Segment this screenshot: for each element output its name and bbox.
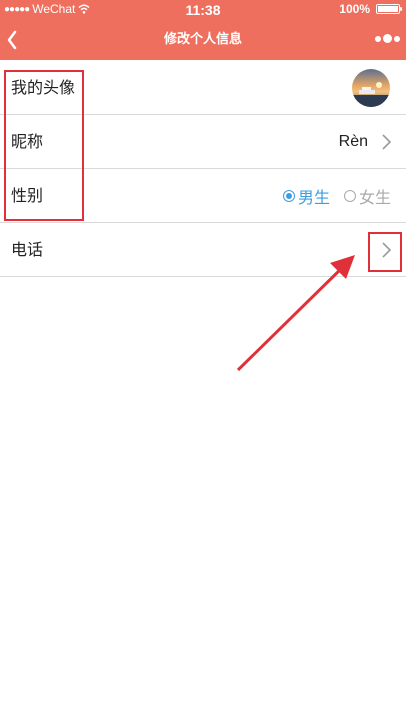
more-icon[interactable]	[375, 34, 400, 43]
highlight-box-phone-chevron	[368, 232, 402, 272]
gender-option-label: 男生	[297, 188, 330, 207]
battery-fill	[378, 6, 398, 12]
status-bar: ●●●●● WeChat 11:38 100%	[0, 0, 406, 20]
more-dot	[383, 34, 392, 43]
nickname-value: Rèn	[338, 133, 368, 150]
annotation-arrow-icon	[236, 255, 355, 372]
highlight-box-labels	[4, 70, 84, 221]
battery-icon	[376, 4, 402, 14]
avatar[interactable]	[352, 69, 390, 107]
gender-option-male[interactable]: 男生	[282, 184, 330, 208]
nav-bar: 修改个人信息	[0, 20, 406, 60]
chevron-right-icon[interactable]	[380, 133, 392, 151]
more-dot	[375, 35, 381, 42]
gender-option-female[interactable]: 女生	[343, 184, 391, 208]
more-dot	[394, 35, 400, 42]
gender-options: 男生 女生	[282, 169, 391, 223]
battery-percent: 100%	[339, 2, 370, 16]
page-title: 修改个人信息	[163, 32, 242, 47]
radio-icon[interactable]	[282, 190, 295, 202]
status-right: 100%	[339, 2, 402, 16]
gender-option-label: 女生	[358, 188, 391, 207]
phone-label: 电话	[11, 240, 44, 259]
radio-icon[interactable]	[343, 190, 356, 202]
